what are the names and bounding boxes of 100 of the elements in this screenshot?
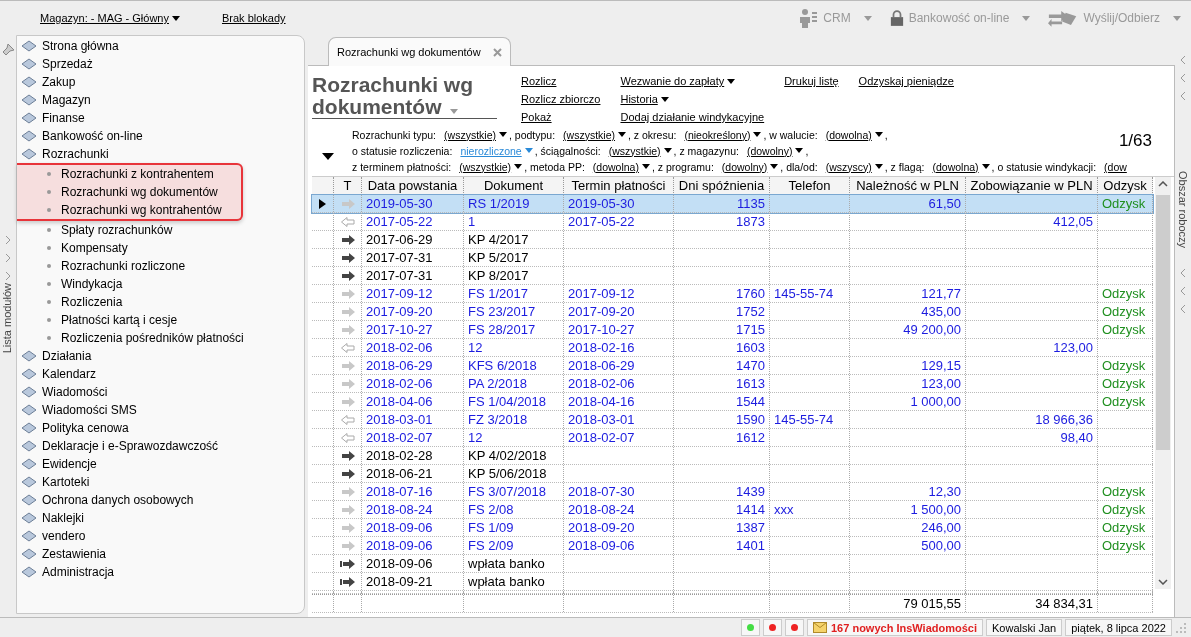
sidebar-item[interactable]: Magazyn: [19, 91, 304, 109]
table-row[interactable]: 2019-05-30 RS 1/2019 2019-05-30 1135 61,50 Odzysk: [312, 195, 1153, 213]
lock-status-link[interactable]: Brak blokady: [222, 12, 286, 24]
filter-dropdown[interactable]: (dowolny): [721, 160, 779, 173]
document-tab[interactable]: Rozrachunki wg dokumentów: [328, 37, 511, 66]
sidebar-subitem[interactable]: Rozrachunki wg kontrahentów: [19, 201, 241, 219]
table-cell: FS 1/2017: [468, 285, 528, 302]
filter-dropdown[interactable]: (dowolna): [825, 128, 883, 141]
filter-dropdown[interactable]: (dow: [1104, 160, 1127, 173]
sidebar-item[interactable]: vendero: [19, 527, 304, 545]
table-row[interactable]: 2018-02-06 12 2018-02-16 1603 123,00: [312, 339, 1153, 357]
table-row[interactable]: 2018-03-01 FZ 3/2018 2018-03-01 1590 145-55-74 18 966,36: [312, 411, 1153, 429]
module-icon: [21, 493, 37, 507]
resize-grip-icon[interactable]: [1175, 621, 1187, 634]
module-icon: [21, 75, 37, 89]
chevron-left-icon[interactable]: [1179, 304, 1187, 315]
sidebar-item[interactable]: Sprzedaż: [19, 55, 304, 73]
sidebar-subitem[interactable]: Rozliczenia: [19, 293, 304, 311]
pin-icon[interactable]: [1, 43, 15, 55]
sidebar-item[interactable]: Kalendarz: [19, 365, 304, 383]
sidebar-item[interactable]: Ochrona danych osobowych: [19, 491, 304, 509]
table-cell: 2018-02-07: [366, 429, 433, 446]
sidebar-item[interactable]: Wiadomości SMS: [19, 401, 304, 419]
table-row[interactable]: 2018-02-07 12 2018-02-07 1612 98,40: [312, 429, 1153, 447]
warehouse-dropdown[interactable]: Magazyn: - MAG - Główny: [40, 12, 180, 24]
chevron-left-icon[interactable]: [1179, 268, 1187, 279]
table-row[interactable]: 2017-10-27 FS 28/2017 2017-10-27 1715 49 200,00 Odzysk: [312, 321, 1153, 339]
filter-dropdown[interactable]: (wszyscy): [825, 160, 883, 173]
table-row[interactable]: 2018-09-06 wpłata banko: [312, 555, 1153, 573]
filter-label: o statusie rozliczenia:: [352, 144, 453, 157]
sidebar-subitem[interactable]: Rozliczenia pośredników płatności: [19, 329, 304, 347]
sidebar-subitem[interactable]: Spłaty rozrachunków: [19, 221, 304, 239]
sidebar-item[interactable]: Deklaracje i e-Sprawozdawczość: [19, 437, 304, 455]
filter-dropdown[interactable]: nierozliczone: [460, 144, 533, 157]
table-row[interactable]: 2017-09-12 FS 1/2017 2017-09-12 1760 145-55-74 121,77 Odzysk: [312, 285, 1153, 303]
sidebar-subitem[interactable]: Płatności kartą i cesje: [19, 311, 304, 329]
action-link[interactable]: Odzyskaj pieniądze: [858, 74, 954, 88]
filter-dropdown[interactable]: (dowolny): [746, 144, 804, 157]
module-list-label[interactable]: Lista modułów: [1, 283, 13, 354]
table-row[interactable]: 2018-04-06 FS 1/04/2018 2018-04-16 1544 1 000,00 Odzysk: [312, 393, 1153, 411]
sidebar-item[interactable]: Rozrachunki: [19, 145, 304, 163]
action-link[interactable]: Pokaż: [521, 110, 552, 124]
view-title[interactable]: Rozrachunki wg dokumentów: [312, 74, 497, 119]
sidebar-item[interactable]: Kartoteki: [19, 473, 304, 491]
sidebar-subitem[interactable]: Rozrachunki wg dokumentów: [19, 183, 241, 201]
scroll-up-icon[interactable]: [1158, 181, 1168, 187]
filter-dropdown[interactable]: (dowolna): [932, 160, 990, 173]
sidebar-item[interactable]: Zakup: [19, 73, 304, 91]
chevron-left-icon[interactable]: [1179, 286, 1187, 297]
module-icon: [21, 475, 37, 489]
table-row[interactable]: 2017-05-22 1 2017-05-22 1873 412,05: [312, 213, 1153, 231]
filter-dropdown[interactable]: (wszystkie): [608, 144, 672, 157]
table-row[interactable]: 2018-02-28 KP 4/02/2018: [312, 447, 1153, 465]
action-link[interactable]: Rozlicz: [521, 74, 557, 88]
action-link[interactable]: Wezwanie do zapłaty: [620, 74, 736, 88]
sidebar-item[interactable]: Działania: [19, 347, 304, 365]
table-row[interactable]: 2018-09-21 wpłata banko: [312, 573, 1153, 591]
sidebar-subitem[interactable]: Kompensaty: [19, 239, 304, 257]
filter-dropdown[interactable]: (nieokreślony): [684, 128, 762, 141]
sidebar-item[interactable]: Wiadomości: [19, 383, 304, 401]
table-cell: Odzysk: [1102, 195, 1146, 212]
sidebar-item[interactable]: Zestawienia: [19, 545, 304, 563]
scrollbar-thumb[interactable]: [1156, 195, 1170, 450]
table-cell: 12: [468, 429, 483, 446]
table-row[interactable]: 2018-08-24 FS 2/08 2018-08-24 1414 xxx 1 500,00 Odzysk: [312, 501, 1153, 519]
close-icon[interactable]: [492, 47, 502, 57]
table-row[interactable]: 2017-07-31 KP 5/2017: [312, 249, 1153, 267]
filter-dropdown[interactable]: (wszystkie): [444, 128, 507, 141]
sidebar-item[interactable]: Polityka cenowa: [19, 419, 304, 437]
table-row[interactable]: 2018-02-06 PA 2/2018 2018-02-06 1613 123,00 Odzysk: [312, 375, 1153, 393]
sidebar-item[interactable]: Administracja: [19, 563, 304, 581]
sidebar-subitem[interactable]: Rozrachunki rozliczone: [19, 257, 304, 275]
sidebar-item[interactable]: Finanse: [19, 109, 304, 127]
scroll-down-icon[interactable]: [1158, 579, 1168, 585]
table-row[interactable]: 2017-07-31 KP 8/2017: [312, 267, 1153, 285]
table-row[interactable]: 2017-06-29 KP 4/2017: [312, 231, 1153, 249]
table-row[interactable]: 2018-07-16 FS 3/07/2018 2018-07-30 1439 12,30 Odzysk: [312, 483, 1153, 501]
action-link[interactable]: Drukuj listę: [784, 74, 839, 88]
action-link[interactable]: Historia: [620, 92, 669, 106]
filter-dropdown[interactable]: (dowolna): [592, 160, 650, 173]
action-link[interactable]: Rozlicz zbiorczo: [521, 92, 601, 106]
workspace-label[interactable]: Obszar roboczy: [1177, 171, 1189, 249]
table-row[interactable]: 2018-06-21 KP 5/06/2018: [312, 465, 1153, 483]
table-cell: 49 200,00: [903, 321, 961, 338]
collapse-icon[interactable]: [322, 153, 334, 160]
table-row[interactable]: 2018-06-29 KFS 6/2018 2018-06-29 1470 129,15 Odzysk: [312, 357, 1153, 375]
filter-dropdown[interactable]: (wszystkie): [563, 128, 626, 141]
table-row[interactable]: 2018-09-06 FS 1/09 2018-09-20 1387 246,00 Odzysk: [312, 519, 1153, 537]
sidebar-subitem[interactable]: Windykacja: [19, 275, 304, 293]
sidebar-item[interactable]: Bankowość on-line: [19, 127, 304, 145]
filter-dropdown[interactable]: (wszystkie): [459, 160, 523, 173]
sidebar-subitem[interactable]: Rozrachunki z kontrahentem: [19, 165, 241, 183]
messages-indicator[interactable]: 167 nowych InsWiadomości: [807, 619, 983, 636]
sidebar-item[interactable]: Strona główna: [19, 37, 304, 55]
table-cell: 2018-03-01: [568, 411, 635, 428]
sidebar-item[interactable]: Ewidencje: [19, 455, 304, 473]
action-link[interactable]: Dodaj działanie windykacyjne: [620, 110, 765, 124]
table-row[interactable]: 2017-09-20 FS 23/2017 2017-09-20 1752 435,00 Odzysk: [312, 303, 1153, 321]
table-row[interactable]: 2018-09-06 FS 2/09 2018-09-06 1401 500,00 Odzysk: [312, 537, 1153, 555]
sidebar-item[interactable]: Naklejki: [19, 509, 304, 527]
